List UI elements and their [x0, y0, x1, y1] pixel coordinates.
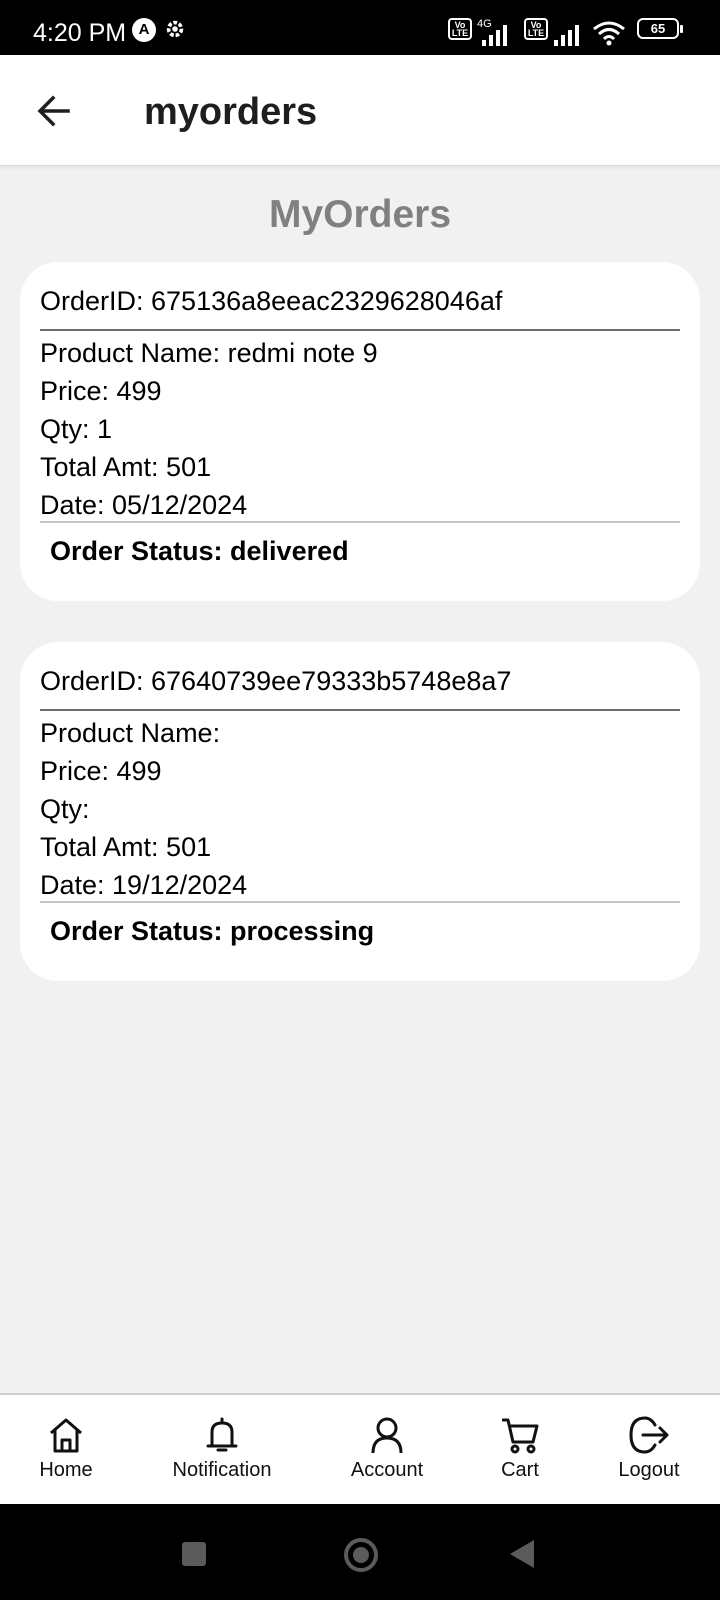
order-status: Order Status: delivered [50, 536, 349, 566]
nav-cart-label: Cart [501, 1459, 539, 1481]
signal-icon-2 [552, 24, 586, 51]
app-bar-title: myorders [144, 91, 318, 133]
page-title: MyOrders [268, 193, 452, 236]
order-card: OrderID: 67640739ee79333b5748e8a7 Produc… [20, 642, 700, 981]
app-bar: myorders [0, 55, 720, 166]
wifi-icon [592, 20, 626, 51]
volte-icon-2: Vo LTE [524, 18, 548, 40]
settings-status-icon [164, 18, 186, 45]
divider [40, 901, 680, 903]
order-date: Date: 05/12/2024 [40, 490, 248, 520]
quantity: Qty: 1 [40, 414, 113, 444]
status-time: 4:20 PM [33, 19, 127, 47]
nav-cart[interactable]: Cart [492, 1415, 548, 1482]
nav-home-label: Home [39, 1459, 93, 1481]
system-home-button[interactable] [344, 1538, 378, 1572]
price: Price: 499 [40, 756, 162, 786]
bell-icon [206, 1417, 238, 1452]
order-status: Order Status: processing [50, 916, 375, 946]
nav-notification[interactable]: Notification [166, 1415, 278, 1482]
signal-icon [478, 24, 512, 51]
logout-icon [629, 1416, 669, 1454]
app-notification-icon: A [132, 18, 156, 42]
cart-icon [502, 1418, 539, 1454]
volte-icon: Vo LTE [448, 18, 472, 40]
order-details: Product Name: redmi note 9 Price: 499 Qt… [40, 334, 378, 524]
order-id: OrderID: 67640739ee79333b5748e8a7 [40, 666, 512, 696]
status-bar: 4:20 PM A Vo LTE 4G Vo LTE 65 [0, 0, 720, 55]
nav-home[interactable]: Home [36, 1415, 96, 1482]
user-icon [371, 1417, 403, 1454]
divider [40, 329, 680, 331]
nav-account-label: Account [350, 1459, 424, 1481]
product-name: Product Name: redmi note 9 [40, 338, 378, 368]
nav-notification-label: Notification [172, 1459, 272, 1481]
home-icon [50, 1418, 82, 1453]
divider [40, 521, 680, 523]
bottom-navigation: Home Notification Account Cart Logout [0, 1393, 720, 1504]
recent-apps-button[interactable] [182, 1542, 206, 1566]
total-amount: Total Amt: 501 [40, 832, 212, 862]
order-id: OrderID: 675136a8eeac2329628046af [40, 286, 503, 316]
battery-icon: 65 [637, 18, 683, 39]
back-button[interactable] [34, 91, 74, 131]
arrow-left-icon [37, 95, 70, 127]
nav-logout[interactable]: Logout [612, 1415, 686, 1482]
order-details: Product Name: Price: 499 Qty: Total Amt:… [40, 714, 247, 904]
system-back-button[interactable] [510, 1540, 534, 1568]
system-navigation-bar [0, 1504, 720, 1600]
nav-logout-label: Logout [618, 1459, 680, 1481]
quantity: Qty: [40, 794, 90, 824]
product-name: Product Name: [40, 718, 221, 748]
order-card: OrderID: 675136a8eeac2329628046af Produc… [20, 262, 700, 601]
order-date: Date: 19/12/2024 [40, 870, 248, 900]
nav-account[interactable]: Account [346, 1415, 428, 1482]
total-amount: Total Amt: 501 [40, 452, 212, 482]
divider [40, 709, 680, 711]
price: Price: 499 [40, 376, 162, 406]
